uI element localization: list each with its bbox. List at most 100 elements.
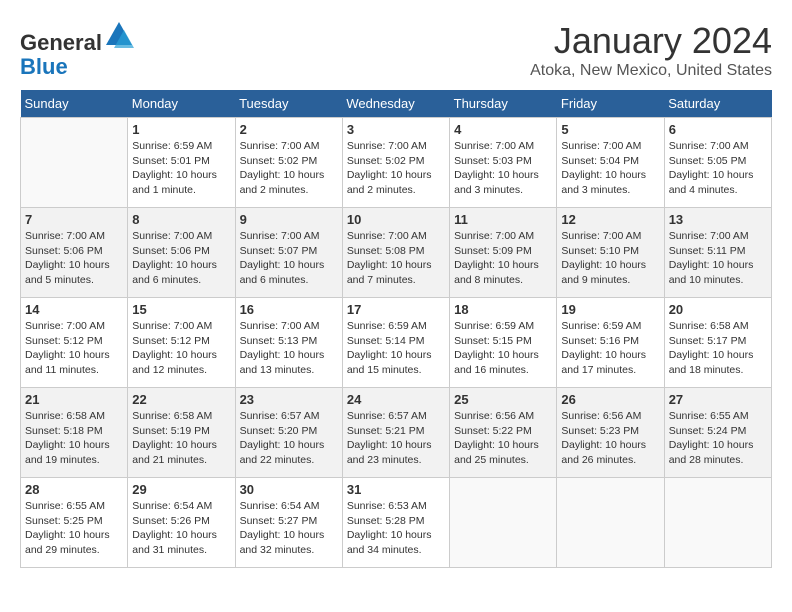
day-number: 30: [240, 482, 338, 497]
day-number: 14: [25, 302, 123, 317]
calendar-cell: 20Sunrise: 6:58 AM Sunset: 5:17 PM Dayli…: [664, 298, 771, 388]
calendar-cell: 6 Sunrise: 7:00 AM Sunset: 5:05 PM Daylig…: [664, 118, 771, 208]
day-info: Sunrise: 6:56 AM Sunset: 5:22 PM Dayligh…: [454, 409, 552, 468]
calendar-cell: 17 Sunrise: 6:59 AM Sunset: 5:14 PM Dayli…: [342, 298, 449, 388]
week-row-5: 28 Sunrise: 6:55 AM Sunset: 5:25 PM Dayli…: [21, 478, 772, 568]
day-info: Sunrise: 6:55 AM Sunset: 5:25 PM Dayligh…: [25, 499, 123, 558]
calendar-cell: [557, 478, 664, 568]
calendar-cell: 7Sunrise: 7:00 AM Sunset: 5:06 PM Daylig…: [21, 208, 128, 298]
day-number: 17: [347, 302, 445, 317]
calendar-header: SundayMondayTuesdayWednesdayThursdayFrid…: [21, 90, 772, 118]
day-info: Sunrise: 7:00 AM Sunset: 5:11 PM Dayligh…: [669, 229, 767, 288]
calendar-cell: 30Sunrise: 6:54 AM Sunset: 5:27 PM Dayli…: [235, 478, 342, 568]
day-info: Sunrise: 6:57 AM Sunset: 5:20 PM Dayligh…: [240, 409, 338, 468]
day-info: Sunrise: 7:00 AM Sunset: 5:10 PM Dayligh…: [561, 229, 659, 288]
day-number: 31: [347, 482, 445, 497]
day-number: 16: [240, 302, 338, 317]
week-row-1: 1Sunrise: 6:59 AM Sunset: 5:01 PM Daylig…: [21, 118, 772, 208]
day-info: Sunrise: 7:00 AM Sunset: 5:12 PM Dayligh…: [132, 319, 230, 378]
day-info: Sunrise: 7:00 AM Sunset: 5:05 PM Dayligh…: [669, 139, 767, 198]
calendar-cell: 29 Sunrise: 6:54 AM Sunset: 5:26 PM Dayli…: [128, 478, 235, 568]
calendar-cell: 23 Sunrise: 6:57 AM Sunset: 5:20 PM Dayli…: [235, 388, 342, 478]
calendar-cell: 21Sunrise: 6:58 AM Sunset: 5:18 PM Dayli…: [21, 388, 128, 478]
header-day-thursday: Thursday: [450, 90, 557, 118]
week-row-4: 21Sunrise: 6:58 AM Sunset: 5:18 PM Dayli…: [21, 388, 772, 478]
day-number: 2: [240, 122, 338, 137]
day-number: 12: [561, 212, 659, 227]
day-info: Sunrise: 6:58 AM Sunset: 5:18 PM Dayligh…: [25, 409, 123, 468]
month-title: January 2024: [530, 20, 772, 62]
day-number: 25: [454, 392, 552, 407]
day-info: Sunrise: 7:00 AM Sunset: 5:04 PM Dayligh…: [561, 139, 659, 198]
header-day-saturday: Saturday: [664, 90, 771, 118]
day-info: Sunrise: 7:00 AM Sunset: 5:02 PM Dayligh…: [347, 139, 445, 198]
logo-blue-text: Blue: [20, 54, 68, 79]
calendar-cell: 9Sunrise: 7:00 AM Sunset: 5:07 PM Daylig…: [235, 208, 342, 298]
calendar-cell: 24Sunrise: 6:57 AM Sunset: 5:21 PM Dayli…: [342, 388, 449, 478]
day-number: 22: [132, 392, 230, 407]
header-row: SundayMondayTuesdayWednesdayThursdayFrid…: [21, 90, 772, 118]
calendar-table: SundayMondayTuesdayWednesdayThursdayFrid…: [20, 90, 772, 568]
day-number: 11: [454, 212, 552, 227]
day-info: Sunrise: 6:59 AM Sunset: 5:15 PM Dayligh…: [454, 319, 552, 378]
day-number: 8: [132, 212, 230, 227]
header-day-sunday: Sunday: [21, 90, 128, 118]
calendar-cell: 2Sunrise: 7:00 AM Sunset: 5:02 PM Daylig…: [235, 118, 342, 208]
logo-icon: [104, 20, 134, 50]
calendar-cell: 15Sunrise: 7:00 AM Sunset: 5:12 PM Dayli…: [128, 298, 235, 388]
day-number: 7: [25, 212, 123, 227]
day-info: Sunrise: 7:00 AM Sunset: 5:07 PM Dayligh…: [240, 229, 338, 288]
header-day-monday: Monday: [128, 90, 235, 118]
day-number: 26: [561, 392, 659, 407]
day-number: 5: [561, 122, 659, 137]
day-number: 23: [240, 392, 338, 407]
calendar-cell: 11Sunrise: 7:00 AM Sunset: 5:09 PM Dayli…: [450, 208, 557, 298]
day-number: 6: [669, 122, 767, 137]
day-info: Sunrise: 7:00 AM Sunset: 5:12 PM Dayligh…: [25, 319, 123, 378]
day-number: 29: [132, 482, 230, 497]
day-info: Sunrise: 7:00 AM Sunset: 5:06 PM Dayligh…: [132, 229, 230, 288]
calendar-body: 1Sunrise: 6:59 AM Sunset: 5:01 PM Daylig…: [21, 118, 772, 568]
week-row-3: 14 Sunrise: 7:00 AM Sunset: 5:12 PM Dayli…: [21, 298, 772, 388]
calendar-cell: 22 Sunrise: 6:58 AM Sunset: 5:19 PM Dayli…: [128, 388, 235, 478]
header-day-tuesday: Tuesday: [235, 90, 342, 118]
calendar-cell: 25 Sunrise: 6:56 AM Sunset: 5:22 PM Dayli…: [450, 388, 557, 478]
day-number: 27: [669, 392, 767, 407]
day-number: 13: [669, 212, 767, 227]
day-number: 3: [347, 122, 445, 137]
day-number: 4: [454, 122, 552, 137]
calendar-cell: 18 Sunrise: 6:59 AM Sunset: 5:15 PM Dayli…: [450, 298, 557, 388]
calendar-cell: 4 Sunrise: 7:00 AM Sunset: 5:03 PM Daylig…: [450, 118, 557, 208]
calendar-cell: [664, 478, 771, 568]
day-number: 28: [25, 482, 123, 497]
page-header: General Blue January 2024 Atoka, New Mex…: [20, 20, 772, 80]
day-info: Sunrise: 6:59 AM Sunset: 5:14 PM Dayligh…: [347, 319, 445, 378]
day-info: Sunrise: 7:00 AM Sunset: 5:13 PM Dayligh…: [240, 319, 338, 378]
calendar-cell: 10Sunrise: 7:00 AM Sunset: 5:08 PM Dayli…: [342, 208, 449, 298]
calendar-cell: [450, 478, 557, 568]
calendar-cell: 14 Sunrise: 7:00 AM Sunset: 5:12 PM Dayli…: [21, 298, 128, 388]
logo-general-text: General: [20, 30, 102, 55]
day-number: 24: [347, 392, 445, 407]
day-number: 19: [561, 302, 659, 317]
day-info: Sunrise: 6:53 AM Sunset: 5:28 PM Dayligh…: [347, 499, 445, 558]
week-row-2: 7 Sunrise: 7:00 AM Sunset: 5:06 PM Daylig…: [21, 208, 772, 298]
header-day-friday: Friday: [557, 90, 664, 118]
title-block: January 2024 Atoka, New Mexico, United S…: [530, 20, 772, 80]
day-number: 10: [347, 212, 445, 227]
calendar-cell: 28 Sunrise: 6:55 AM Sunset: 5:25 PM Dayli…: [21, 478, 128, 568]
day-number: 18: [454, 302, 552, 317]
location-title: Atoka, New Mexico, United States: [530, 62, 772, 80]
calendar-cell: 31 Sunrise: 6:53 AM Sunset: 5:28 PM Dayli…: [342, 478, 449, 568]
day-info: Sunrise: 7:00 AM Sunset: 5:03 PM Dayligh…: [454, 139, 552, 198]
calendar-cell: 27Sunrise: 6:55 AM Sunset: 5:24 PM Dayli…: [664, 388, 771, 478]
day-info: Sunrise: 6:59 AM Sunset: 5:01 PM Dayligh…: [132, 139, 230, 198]
day-info: Sunrise: 6:58 AM Sunset: 5:19 PM Dayligh…: [132, 409, 230, 468]
day-info: Sunrise: 6:54 AM Sunset: 5:26 PM Dayligh…: [132, 499, 230, 558]
day-info: Sunrise: 6:58 AM Sunset: 5:17 PM Dayligh…: [669, 319, 767, 378]
header-day-wednesday: Wednesday: [342, 90, 449, 118]
day-info: Sunrise: 6:59 AM Sunset: 5:16 PM Dayligh…: [561, 319, 659, 378]
calendar-cell: [21, 118, 128, 208]
calendar-cell: 26Sunrise: 6:56 AM Sunset: 5:23 PM Dayli…: [557, 388, 664, 478]
calendar-cell: 12 Sunrise: 7:00 AM Sunset: 5:10 PM Dayli…: [557, 208, 664, 298]
